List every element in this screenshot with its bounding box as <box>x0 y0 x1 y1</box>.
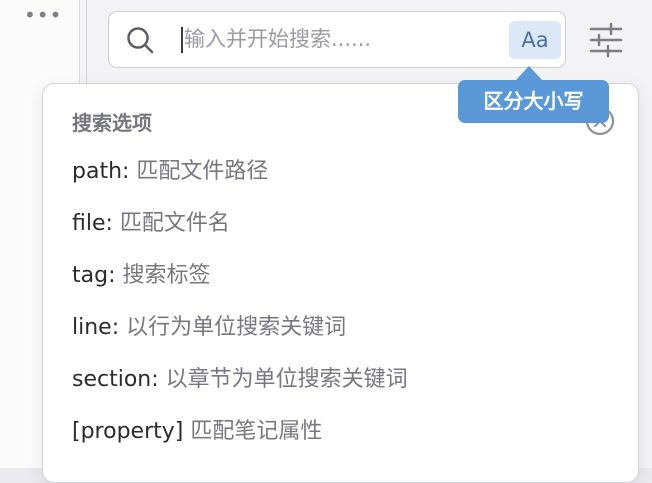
search-input[interactable] <box>184 20 502 58</box>
more-options-icon[interactable]: ••• <box>24 5 61 25</box>
popup-title: 搜索选项 <box>72 111 152 135</box>
option-key: line: <box>72 315 120 340</box>
option-key: file: <box>72 211 113 236</box>
option-description: 搜索标签 <box>115 263 211 288</box>
match-case-button[interactable]: Aa <box>509 21 561 59</box>
search-options-popup: 搜索选项 path: 匹配文件路径 file: 匹配文件名 tag: 搜索标签 … <box>42 83 639 483</box>
option-description: 匹配文件名 <box>112 211 230 236</box>
option-description: 匹配文件路径 <box>129 159 269 184</box>
match-case-tooltip: 区分大小写 <box>458 80 609 123</box>
search-icon <box>127 27 154 54</box>
search-option-property[interactable]: [property] 匹配笔记属性 <box>72 415 322 449</box>
search-box[interactable]: Aa <box>108 11 566 68</box>
search-option-tag[interactable]: tag: 搜索标签 <box>72 259 210 293</box>
option-key: [property] <box>72 419 184 444</box>
option-key: path: <box>72 159 130 184</box>
text-cursor <box>181 27 183 53</box>
option-description: 以章节为单位搜索关键词 <box>158 367 408 392</box>
search-option-file[interactable]: file: 匹配文件名 <box>72 207 230 241</box>
option-key: section: <box>72 367 159 392</box>
option-key: tag: <box>72 263 116 288</box>
search-option-section[interactable]: section: 以章节为单位搜索关键词 <box>72 363 408 397</box>
search-option-path[interactable]: path: 匹配文件路径 <box>72 155 268 189</box>
tooltip-arrow <box>516 66 542 80</box>
option-description: 以行为单位搜索关键词 <box>119 315 347 340</box>
sliders-icon[interactable] <box>586 20 626 60</box>
option-description: 匹配笔记属性 <box>183 419 323 444</box>
search-option-line[interactable]: line: 以行为单位搜索关键词 <box>72 311 346 345</box>
